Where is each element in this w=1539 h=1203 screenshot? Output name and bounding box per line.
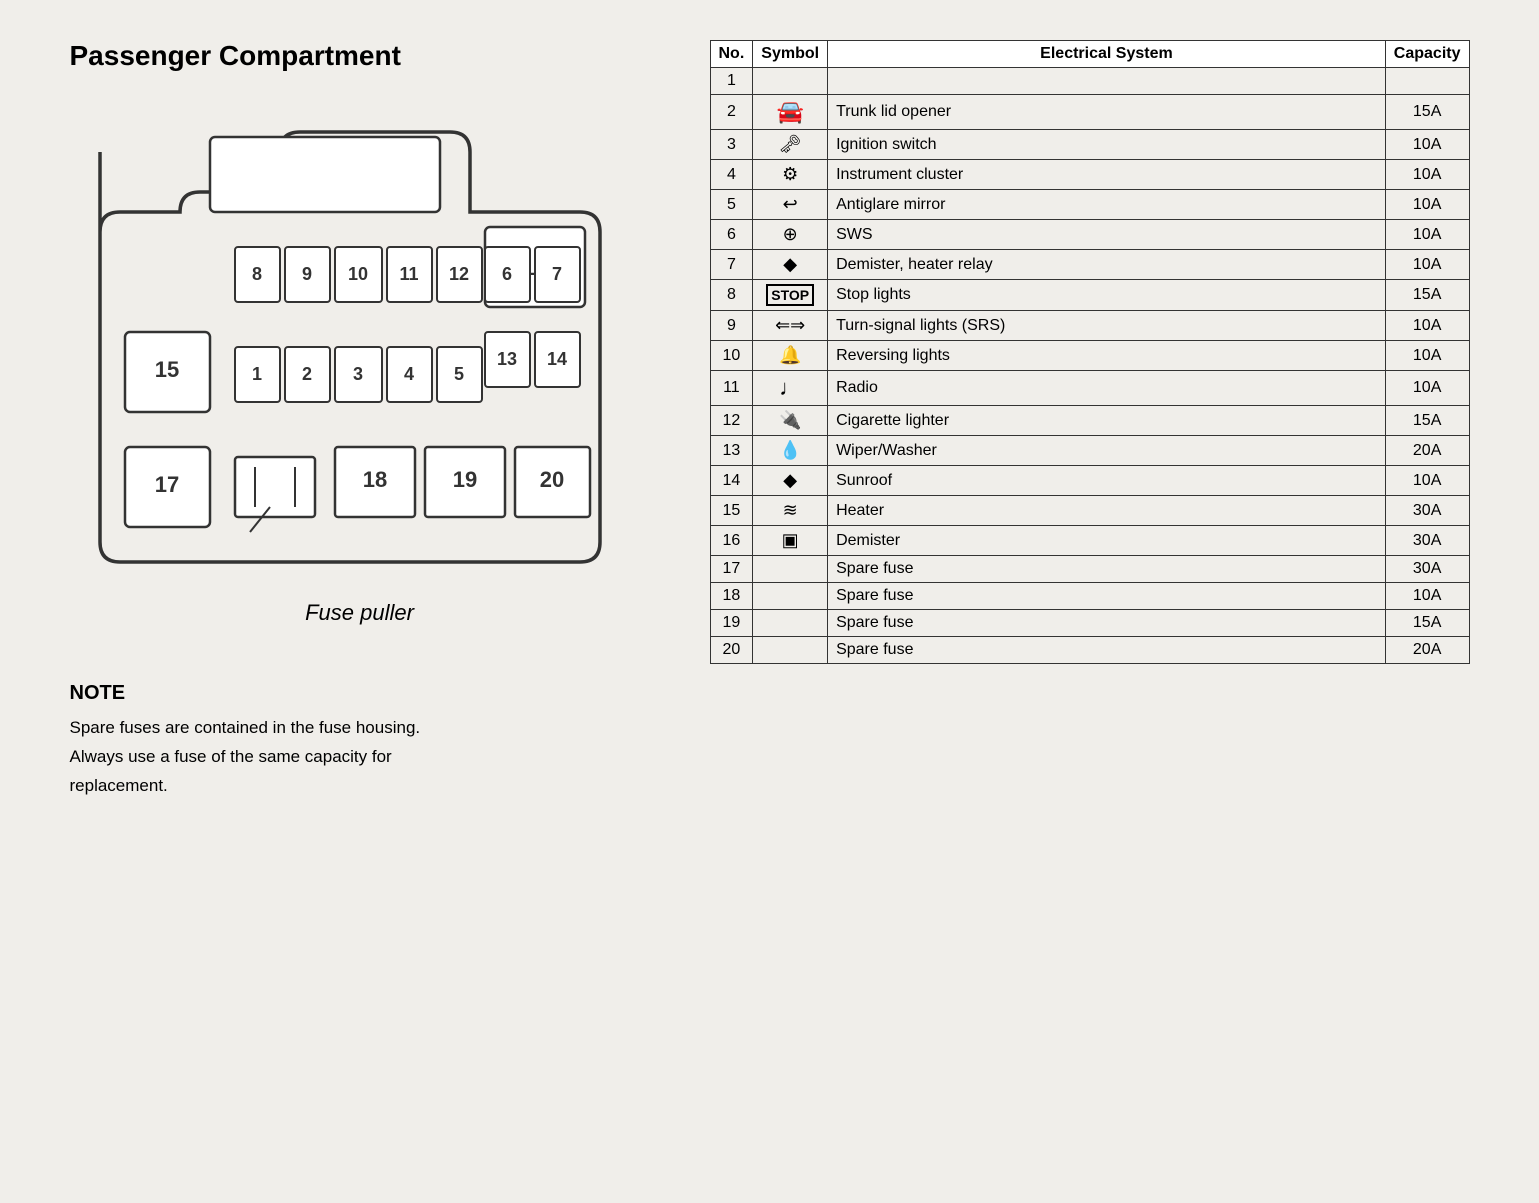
table-row: 2 🚘 Trunk lid opener 15A bbox=[710, 95, 1469, 130]
table-row: 13 💧 Wiper/Washer 20A bbox=[710, 436, 1469, 466]
col-no: No. bbox=[710, 41, 753, 68]
table-row: 14 ◆ Sunroof 10A bbox=[710, 466, 1469, 496]
table-row: 11 ♩ Radio 10A bbox=[710, 371, 1469, 406]
svg-text:18: 18 bbox=[362, 467, 386, 492]
svg-text:7: 7 bbox=[551, 264, 561, 284]
table-row: 12 🔌 Cigarette lighter 15A bbox=[710, 406, 1469, 436]
col-capacity: Capacity bbox=[1385, 41, 1469, 68]
row-capacity bbox=[1385, 68, 1469, 95]
note-text: Spare fuses are contained in the fuse ho… bbox=[70, 714, 650, 801]
table-row: 7 ◆ Demister, heater relay 10A bbox=[710, 250, 1469, 280]
stop-symbol: STOP bbox=[766, 284, 814, 306]
table-row: 17 Spare fuse 30A bbox=[710, 556, 1469, 583]
table-header-row: No. Symbol Electrical System Capacity bbox=[710, 41, 1469, 68]
table-row: 19 Spare fuse 15A bbox=[710, 610, 1469, 637]
table-row: 15 ≋ Heater 30A bbox=[710, 496, 1469, 526]
table-row: 6 ⊕ SWS 10A bbox=[710, 220, 1469, 250]
svg-text:10: 10 bbox=[347, 264, 367, 284]
svg-text:5: 5 bbox=[453, 364, 463, 384]
svg-text:12: 12 bbox=[448, 264, 468, 284]
svg-text:3: 3 bbox=[352, 364, 362, 384]
row-symbol bbox=[753, 68, 828, 95]
table-row: 10 🔔 Reversing lights 10A bbox=[710, 341, 1469, 371]
svg-text:6: 6 bbox=[501, 264, 511, 284]
note-title: NOTE bbox=[70, 676, 650, 710]
section-title: Passenger Compartment bbox=[70, 40, 650, 72]
svg-text:13: 13 bbox=[496, 349, 516, 369]
table-row: 5 ↩ Antiglare mirror 10A bbox=[710, 190, 1469, 220]
svg-text:4: 4 bbox=[403, 364, 413, 384]
row-system bbox=[828, 68, 1386, 95]
fuse-puller-label: Fuse puller bbox=[70, 600, 650, 626]
page-container: Passenger Compartment 1 6 8 9 1 bbox=[70, 40, 1470, 801]
fuse-box-diagram: 1 6 8 9 10 11 12 13 bbox=[70, 92, 630, 582]
table-row: 3 🗝 Ignition switch 10A bbox=[710, 130, 1469, 160]
svg-text:19: 19 bbox=[452, 467, 476, 492]
svg-text:11: 11 bbox=[399, 264, 418, 284]
svg-text:20: 20 bbox=[539, 467, 563, 492]
table-row: 4 ⚙ Instrument cluster 10A bbox=[710, 160, 1469, 190]
svg-text:1: 1 bbox=[251, 364, 261, 384]
table-row: 1 bbox=[710, 68, 1469, 95]
table-row: 18 Spare fuse 10A bbox=[710, 583, 1469, 610]
svg-text:8: 8 bbox=[251, 264, 261, 284]
svg-text:9: 9 bbox=[301, 264, 311, 284]
note-section: NOTE Spare fuses are contained in the fu… bbox=[70, 676, 650, 801]
col-symbol: Symbol bbox=[753, 41, 828, 68]
right-section: No. Symbol Electrical System Capacity 1 … bbox=[710, 40, 1470, 664]
left-section: Passenger Compartment 16 8 9 1 bbox=[70, 40, 650, 801]
fuse-box-svg: 1 6 8 9 10 11 12 13 bbox=[70, 92, 630, 582]
svg-text:15: 15 bbox=[154, 357, 178, 382]
svg-text:14: 14 bbox=[546, 349, 566, 369]
fuse-table: No. Symbol Electrical System Capacity 1 … bbox=[710, 40, 1470, 664]
table-row: 20 Spare fuse 20A bbox=[710, 637, 1469, 664]
table-row: 8 STOP Stop lights 15A bbox=[710, 280, 1469, 311]
table-row: 16 ▣ Demister 30A bbox=[710, 526, 1469, 556]
svg-text:17: 17 bbox=[154, 472, 178, 497]
row-no: 1 bbox=[710, 68, 753, 95]
col-system: Electrical System bbox=[828, 41, 1386, 68]
table-row: 9 ⇐⇒ Turn-signal lights (SRS) 10A bbox=[710, 311, 1469, 341]
svg-text:2: 2 bbox=[301, 364, 311, 384]
